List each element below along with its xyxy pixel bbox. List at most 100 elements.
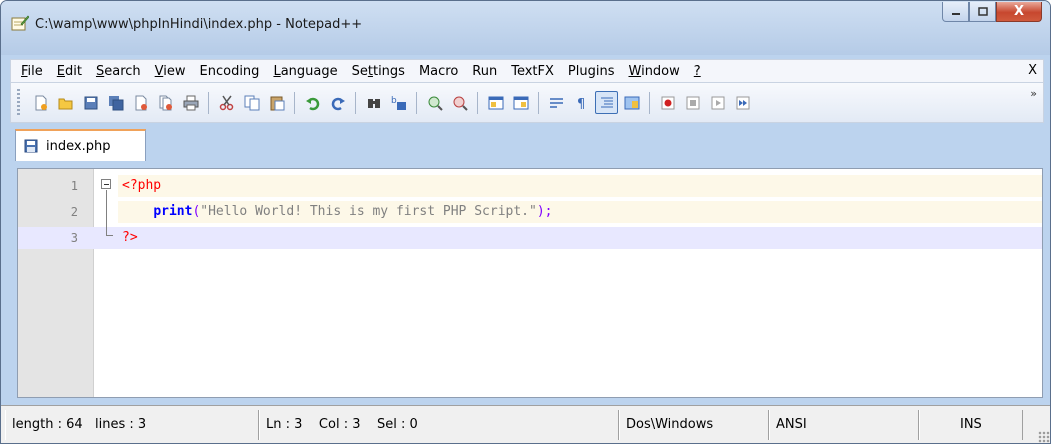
close-window-button[interactable]: X	[996, 2, 1042, 22]
saved-file-icon	[24, 139, 38, 153]
save-all-icon[interactable]	[104, 91, 127, 114]
menu-view-mnemonic: V	[154, 63, 164, 79]
menu-run[interactable]: Run	[465, 64, 504, 79]
maximize-icon	[977, 7, 988, 16]
close-file-icon[interactable]	[129, 91, 152, 114]
open-file-icon[interactable]	[54, 91, 77, 114]
toolbar-separator	[416, 91, 417, 114]
tab-index-php[interactable]: index.php	[15, 129, 146, 161]
paste-icon[interactable]	[265, 91, 288, 114]
window-controls: X	[942, 2, 1042, 22]
play-macro-icon[interactable]	[706, 91, 729, 114]
menu-window[interactable]: Window	[622, 64, 687, 79]
status-length-lines: length : 64 lines : 3	[5, 410, 259, 440]
resize-grip[interactable]	[1038, 431, 1050, 443]
new-file-icon[interactable]	[29, 91, 52, 114]
menu-settings-mnemonic: t	[367, 63, 373, 79]
close-icon: X	[1013, 4, 1025, 19]
minimize-icon	[951, 8, 961, 16]
menu-file[interactable]: File	[14, 64, 50, 79]
save-icon[interactable]	[79, 91, 102, 114]
toolbar-separator	[649, 91, 650, 114]
menu-macro[interactable]: Macro	[412, 64, 465, 79]
keyword-print: print	[153, 204, 193, 219]
menu-help[interactable]: ?	[687, 64, 708, 79]
indent-guide-icon[interactable]	[595, 91, 618, 114]
menu-textfx[interactable]: TextFX	[504, 64, 561, 79]
menu-window-mnemonic: W	[628, 63, 642, 79]
string-literal: "Hello World! This is my first PHP Scrip…	[200, 204, 537, 219]
svg-text:¶: ¶	[577, 97, 585, 111]
code-line-current[interactable]: 3 ?>	[18, 227, 1042, 249]
toolbar-separator	[208, 91, 209, 114]
minimize-button[interactable]	[942, 2, 969, 22]
copy-icon[interactable]	[240, 91, 263, 114]
fold-guide	[106, 190, 107, 236]
code-text: <?php	[118, 175, 1042, 197]
line-number: 2	[70, 205, 78, 219]
code-editor[interactable]: 1 <?php 2 print("Hello World! This is my…	[17, 168, 1043, 398]
title-bar[interactable]: C:\wamp\www\phpInHindi\index.php - Notep…	[1, 1, 1050, 55]
menu-language[interactable]: Language	[266, 64, 344, 79]
line-number: 1	[70, 179, 78, 193]
menu-encoding[interactable]: Encoding	[193, 64, 267, 79]
toolbar-separator	[355, 91, 356, 114]
close-all-icon[interactable]	[154, 91, 177, 114]
document-map-icon[interactable]	[620, 91, 643, 114]
menu-language-mnemonic: L	[273, 63, 281, 79]
status-eol: Dos\Windows	[619, 410, 769, 440]
menu-plugins[interactable]: Plugins	[561, 64, 622, 79]
tab-bar: index.php	[10, 123, 1044, 168]
maximize-button[interactable]	[969, 2, 996, 22]
line-number: 3	[70, 231, 78, 245]
zoom-in-icon[interactable]	[423, 91, 446, 114]
toolbar: b ¶ »	[10, 83, 1044, 123]
menu-search[interactable]: Search	[89, 64, 148, 79]
notepadpp-window: C:\wamp\www\phpInHindi\index.php - Notep…	[0, 0, 1051, 444]
show-all-chars-icon[interactable]: ¶	[570, 91, 593, 114]
replace-icon[interactable]: b	[387, 91, 410, 114]
toolbar-grip[interactable]	[17, 89, 20, 116]
word-wrap-icon[interactable]	[545, 91, 568, 114]
close-document-button[interactable]: X	[1028, 63, 1037, 78]
menu-bar: File Edit Search View Encoding Language …	[10, 59, 1044, 83]
toolbar-overflow-icon[interactable]: »	[1030, 87, 1037, 100]
menu-file-mnemonic: F	[21, 63, 28, 79]
tab-label: index.php	[46, 138, 111, 154]
code-line[interactable]: 2 print("Hello World! This is my first P…	[18, 201, 1042, 223]
toolbar-separator	[477, 91, 478, 114]
code-text: print("Hello World! This is my first PHP…	[118, 201, 1042, 223]
menu-help-label: ?	[693, 63, 701, 79]
redo-icon[interactable]	[326, 91, 349, 114]
menu-view[interactable]: View	[148, 64, 193, 79]
sync-vertical-icon[interactable]	[484, 91, 507, 114]
run-macro-multiple-icon[interactable]	[731, 91, 754, 114]
menu-search-mnemonic: S	[95, 63, 105, 79]
notepadpp-app-icon[interactable]	[11, 15, 29, 31]
svg-text:b: b	[391, 96, 397, 106]
toolbar-separator	[294, 91, 295, 114]
php-open-tag: <?php	[122, 178, 162, 193]
undo-icon[interactable]	[301, 91, 324, 114]
toolbar-separator	[538, 91, 539, 114]
code-line[interactable]: 1 <?php	[18, 175, 1042, 197]
find-icon[interactable]	[362, 91, 385, 114]
status-encoding: ANSI	[769, 410, 919, 440]
sync-horizontal-icon[interactable]	[509, 91, 532, 114]
cut-icon[interactable]	[215, 91, 238, 114]
fold-collapse-icon[interactable]	[101, 179, 111, 189]
fold-end-marker	[106, 235, 113, 236]
menu-edit[interactable]: Edit	[50, 64, 89, 79]
status-bar: length : 64 lines : 3 Ln : 3 Col : 3 Sel…	[1, 405, 1050, 443]
status-position: Ln : 3 Col : 3 Sel : 0	[259, 410, 619, 440]
zoom-out-icon[interactable]	[448, 91, 471, 114]
record-macro-icon[interactable]	[656, 91, 679, 114]
stop-macro-icon[interactable]	[681, 91, 704, 114]
paren-close: )	[536, 204, 545, 219]
menu-settings[interactable]: Settings	[345, 64, 412, 79]
status-lines: lines : 3	[95, 417, 147, 432]
semicolon: ;	[544, 204, 553, 219]
print-icon[interactable]	[179, 91, 202, 114]
status-length: length : 64	[12, 417, 83, 432]
